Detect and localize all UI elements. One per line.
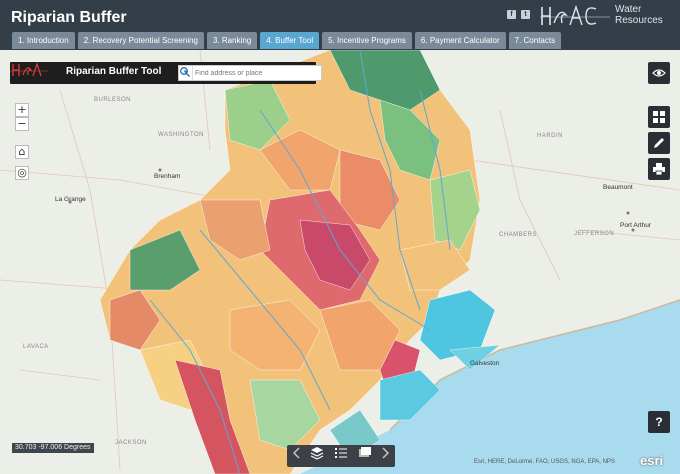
basemap-gallery-button[interactable] bbox=[648, 106, 670, 128]
visibility-button[interactable] bbox=[648, 62, 670, 84]
coordinate-readout: 30.703 -97.006 Degrees bbox=[12, 443, 94, 453]
city-label: Beaumont bbox=[603, 184, 633, 191]
county-label: CHAMBERS bbox=[499, 232, 538, 238]
legend-list-icon[interactable] bbox=[333, 445, 349, 461]
twitter-icon[interactable]: t bbox=[521, 10, 530, 19]
city-label: Brenham bbox=[154, 173, 181, 180]
printer-icon bbox=[653, 163, 665, 176]
city-label: Port Arthur bbox=[620, 222, 652, 229]
brand-line-2: Resources bbox=[615, 15, 663, 26]
home-button[interactable]: ⌂ bbox=[15, 145, 29, 159]
city-label: Galveston bbox=[470, 360, 500, 367]
county-label: LAVACA bbox=[23, 344, 49, 350]
chevron-left-icon[interactable] bbox=[289, 445, 305, 461]
brand-line-1: Water bbox=[615, 4, 642, 15]
tool-header: Riparian Buffer Tool ▾ bbox=[10, 62, 322, 84]
city-label: La Grange bbox=[55, 196, 86, 203]
tab-incentive-programs[interactable]: 5. Incentive Programs bbox=[322, 32, 412, 49]
tab-buffer-tool[interactable]: 4. Buffer Tool bbox=[260, 32, 320, 49]
county-label: HARDIN bbox=[537, 133, 564, 139]
hgac-tool-logo bbox=[10, 62, 48, 77]
app-title: Riparian Buffer bbox=[11, 9, 127, 26]
county-label: JEFFERSON bbox=[574, 231, 615, 237]
tab-payment-calculator[interactable]: 6. Payment Calculator bbox=[414, 32, 506, 49]
search-box: ▾ bbox=[178, 65, 322, 81]
hgac-logo bbox=[540, 4, 610, 26]
county-label: BURLESON bbox=[94, 97, 132, 103]
app-header: Riparian Buffer f t Water Resources 1. I… bbox=[0, 0, 680, 50]
facebook-icon[interactable]: f bbox=[507, 10, 516, 19]
tab-introduction[interactable]: 1. Introduction bbox=[12, 32, 75, 49]
grid-icon bbox=[653, 111, 665, 123]
search-input[interactable] bbox=[195, 66, 299, 80]
tab-contacts[interactable]: 7. Contacts bbox=[508, 32, 562, 49]
map-view[interactable]: BURLESON WASHINGTON Brenham La Grange LA… bbox=[0, 50, 680, 474]
locate-button[interactable]: ◎ bbox=[15, 166, 29, 180]
county-label: JACKSON bbox=[115, 440, 147, 446]
pencil-icon bbox=[654, 138, 664, 148]
layers-icon[interactable] bbox=[309, 445, 325, 461]
bottom-toolbar bbox=[287, 445, 395, 467]
brand-text: Water Resources bbox=[615, 4, 663, 26]
zoom-out-button[interactable]: − bbox=[15, 117, 29, 131]
zoom-in-button[interactable]: + bbox=[15, 103, 29, 117]
map-attribution: Esri, HERE, DeLorme, FAO, USGS, NGA, EPA… bbox=[474, 459, 615, 465]
county-label: WASHINGTON bbox=[158, 132, 205, 138]
tab-recovery-potential-screening[interactable]: 2. Recovery Potential Screening bbox=[77, 32, 204, 49]
draw-button[interactable] bbox=[648, 132, 670, 154]
print-button[interactable] bbox=[648, 158, 670, 180]
tab-bar: 1. Introduction 2. Recovery Potential Sc… bbox=[12, 32, 562, 49]
chevron-right-icon[interactable] bbox=[377, 445, 393, 461]
basemap-icon[interactable] bbox=[357, 445, 373, 461]
map-canvas bbox=[0, 50, 680, 474]
social-links: f t bbox=[507, 10, 530, 19]
search-icon[interactable] bbox=[179, 66, 191, 78]
tab-ranking[interactable]: 3. Ranking bbox=[207, 32, 258, 49]
eye-icon bbox=[652, 69, 666, 77]
tool-title: Riparian Buffer Tool bbox=[66, 66, 162, 77]
help-button[interactable]: ? bbox=[648, 411, 670, 433]
esri-logo: esri bbox=[640, 453, 664, 468]
